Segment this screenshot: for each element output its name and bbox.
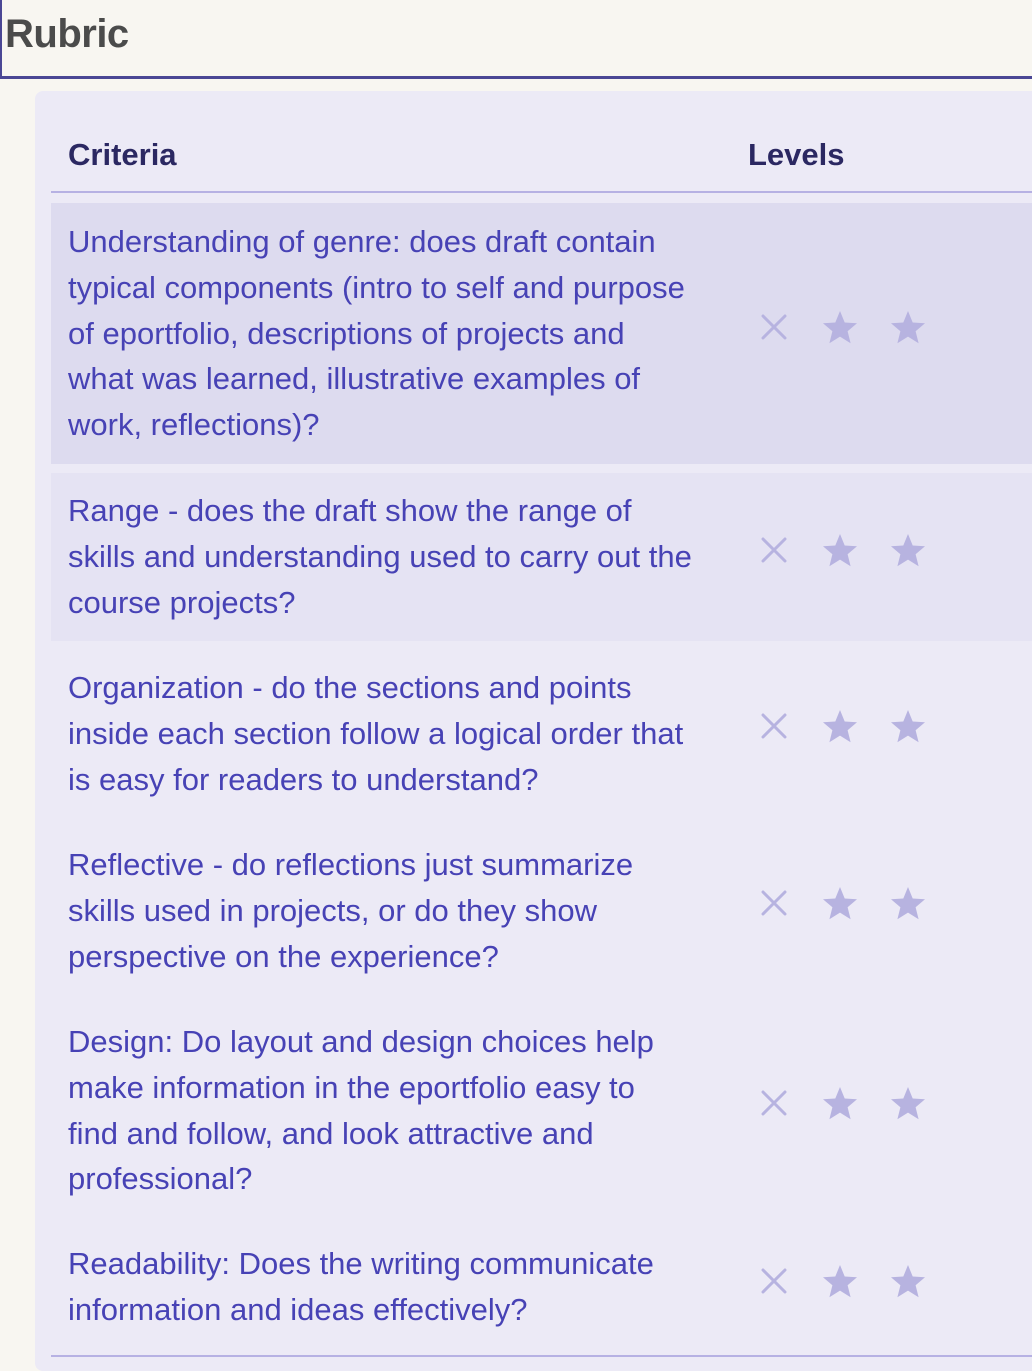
x-icon[interactable] [755, 1262, 793, 1300]
star-icon[interactable] [889, 884, 927, 922]
criteria-text: Design: Do layout and design choices hel… [68, 1024, 654, 1197]
criteria-text: Reflective - do reflections just summari… [68, 847, 634, 974]
rubric-panel: Criteria Levels Understanding of genre: … [35, 91, 1032, 1371]
criteria-text: Understanding of genre: does draft conta… [68, 224, 685, 443]
level-options [755, 707, 945, 747]
rubric-row: Range - does the draft show the range of… [51, 473, 1032, 641]
star-icon[interactable] [821, 1262, 859, 1300]
level-options [755, 531, 945, 571]
rubric-row: Readability: Does the writing communicat… [51, 1226, 1032, 1350]
x-icon[interactable] [755, 707, 793, 745]
star-icon[interactable] [889, 707, 927, 745]
star-icon[interactable] [889, 1084, 927, 1122]
page-title: Rubric [5, 12, 129, 56]
level-options [755, 1262, 945, 1302]
rubric-row: Design: Do layout and design choices hel… [51, 1004, 1032, 1217]
criteria-text: Readability: Does the writing communicat… [68, 1246, 654, 1327]
level-options [755, 884, 945, 924]
x-icon[interactable] [755, 1084, 793, 1122]
table-bottom-divider [51, 1355, 1032, 1357]
star-icon[interactable] [889, 1262, 927, 1300]
rubric-row: Reflective - do reflections just summari… [51, 827, 1032, 995]
column-header-criteria: Criteria [68, 137, 177, 172]
star-icon[interactable] [889, 308, 927, 346]
star-icon[interactable] [889, 531, 927, 569]
criteria-text: Range - does the draft show the range of… [68, 493, 692, 620]
star-icon[interactable] [821, 884, 859, 922]
rubric-row: Organization - do the sections and point… [51, 650, 1032, 818]
table-header: Criteria Levels [51, 91, 1032, 193]
star-icon[interactable] [821, 308, 859, 346]
x-icon[interactable] [755, 308, 793, 346]
criteria-text: Organization - do the sections and point… [68, 670, 684, 797]
star-icon[interactable] [821, 1084, 859, 1122]
level-options [755, 1084, 945, 1124]
x-icon[interactable] [755, 531, 793, 569]
x-icon[interactable] [755, 884, 793, 922]
rubric-row: Understanding of genre: does draft conta… [51, 203, 1032, 464]
star-icon[interactable] [821, 707, 859, 745]
level-options [755, 308, 945, 348]
star-icon[interactable] [821, 531, 859, 569]
page-header: Rubric [0, 0, 1032, 79]
column-header-levels: Levels [748, 137, 845, 172]
